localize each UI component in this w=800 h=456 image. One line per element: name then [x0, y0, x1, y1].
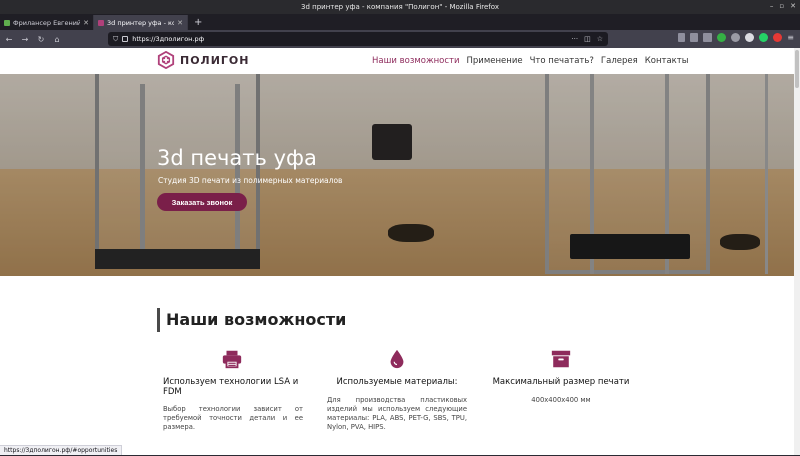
hero-overlay: [0, 74, 800, 276]
feature-materials: Используемые материалы: Для производства…: [327, 348, 467, 432]
feature-text: Выбор технологии зависит от требуемой то…: [163, 405, 303, 431]
pocket-icon[interactable]: ◫: [584, 35, 591, 43]
feature-text: Для производства пластиковых изделий мы …: [327, 395, 467, 431]
extension-icons: ≡: [678, 33, 794, 42]
reload-icon[interactable]: ↻: [34, 32, 48, 46]
url-text[interactable]: https://3дполигон.рф: [132, 35, 567, 43]
tab-close-icon[interactable]: ✕: [177, 19, 183, 27]
feature-print-size: Максимальный размер печати 400x400x400 м…: [490, 348, 632, 405]
scrollbar-thumb[interactable]: [795, 50, 799, 88]
menu-icon[interactable]: ≡: [787, 33, 794, 42]
favicon-icon: [98, 19, 104, 26]
whatsapp-icon[interactable]: [759, 33, 769, 42]
page-scrollbar[interactable]: [794, 48, 800, 455]
nav-application[interactable]: Применение: [467, 56, 523, 66]
order-call-button[interactable]: Заказать звонок: [157, 193, 247, 211]
hero-title: 3d печать уфа: [157, 146, 317, 170]
library-icon[interactable]: [678, 33, 686, 42]
maximize-icon[interactable]: ▫: [779, 2, 784, 10]
feature-title: Используем технологии LSA и FDM: [163, 377, 299, 397]
window-title: 3d принтер уфа - компания "Полигон" - Mo…: [301, 3, 499, 11]
window-controls: – ▫ ✕: [770, 2, 796, 10]
nav-gallery[interactable]: Галерея: [601, 56, 638, 66]
youtube-icon[interactable]: [773, 33, 783, 42]
logo-text: ПОЛИГОН: [180, 53, 250, 67]
sidebar-icon[interactable]: [690, 33, 699, 42]
site-header: ПОЛИГОН Наши возможности Применение Что …: [0, 48, 800, 74]
printer-icon: [222, 350, 242, 369]
nav-toolbar: ← → ↻ ⌂ ⛉ https://3дполигон.рф ··· ◫ ☆ ≡: [0, 30, 800, 48]
opportunities-section: Наши возможности Используем технологии L…: [0, 276, 800, 455]
site-logo[interactable]: ПОЛИГОН: [157, 51, 249, 69]
back-icon[interactable]: ←: [2, 32, 16, 46]
forward-icon[interactable]: →: [18, 32, 32, 46]
minimize-icon[interactable]: –: [770, 2, 774, 10]
drop-icon: [390, 349, 404, 369]
site-nav: Наши возможности Применение Что печатать…: [372, 56, 688, 66]
section-title: Наши возможности: [157, 308, 346, 332]
status-bar-link: https://3дполигон.рф/#opportunities: [0, 445, 123, 455]
logo-hexagon-icon: [157, 51, 175, 69]
close-icon[interactable]: ✕: [790, 2, 796, 10]
address-bar[interactable]: ⛉ https://3дполигон.рф ··· ◫ ☆: [108, 32, 608, 46]
box-icon: [551, 350, 571, 368]
tab-label: 3d принтер уфа - компани: [107, 18, 174, 27]
hero-banner: 3d печать уфа Студия 3D печати из полиме…: [0, 74, 800, 276]
feature-text: 400x400x400 мм: [531, 395, 591, 404]
nav-what-to-print[interactable]: Что печатать?: [530, 56, 594, 66]
window-titlebar: 3d принтер уфа - компания "Полигон" - Mo…: [0, 0, 800, 14]
tab-strip: Фрилансер Евгений Ви ✕ 3d принтер уфа - …: [0, 14, 800, 30]
nav-contacts[interactable]: Контакты: [645, 56, 689, 66]
nav-opportunities[interactable]: Наши возможности: [372, 56, 460, 66]
tab-label: Фрилансер Евгений Ви: [13, 18, 81, 27]
bookmark-star-icon[interactable]: ☆: [597, 35, 603, 43]
hero-subtitle: Студия 3D печати из полимерных материало…: [158, 176, 343, 185]
reader-icon[interactable]: [703, 33, 713, 42]
web-page: ПОЛИГОН Наши возможности Применение Что …: [0, 48, 800, 455]
feature-technologies: Используем технологии LSA и FDM Выбор те…: [163, 348, 303, 432]
tab-poligon[interactable]: 3d принтер уфа - компани ✕: [94, 15, 188, 30]
tab-close-icon[interactable]: ✕: [83, 19, 89, 27]
new-tab-icon[interactable]: +: [188, 15, 208, 30]
feature-title: Используемые материалы:: [336, 377, 458, 387]
extension-green-icon[interactable]: [717, 33, 727, 42]
feature-title: Максимальный размер печати: [492, 377, 630, 387]
home-icon[interactable]: ⌂: [50, 32, 64, 46]
extension-gray-icon[interactable]: [731, 33, 741, 42]
extension-white-icon[interactable]: [745, 33, 755, 42]
shield-icon[interactable]: ⛉: [113, 35, 118, 44]
lock-icon[interactable]: [122, 36, 129, 42]
page-actions: ··· ◫ ☆: [571, 35, 603, 43]
more-actions-icon[interactable]: ···: [571, 35, 578, 43]
favicon-icon: [4, 19, 10, 26]
tab-freelancer[interactable]: Фрилансер Евгений Ви ✕: [0, 15, 94, 30]
